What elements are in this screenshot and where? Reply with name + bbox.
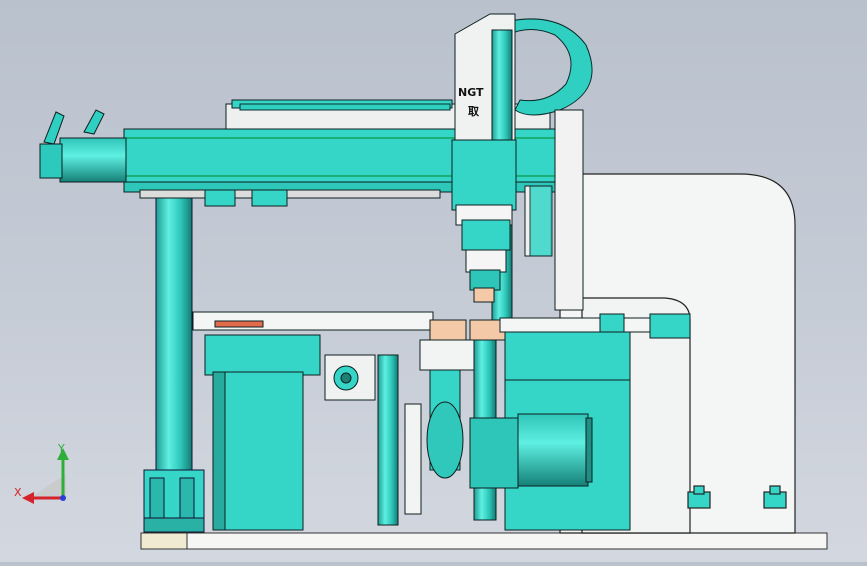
base-plate xyxy=(140,532,828,550)
left-fixture-block xyxy=(204,334,399,531)
x-axis-servo-motor xyxy=(39,109,127,183)
coordinate-triad: Y X xyxy=(14,442,69,504)
triad-z-axis xyxy=(60,495,66,501)
head-label-glyph: 取 xyxy=(468,105,479,118)
triad-y-label: Y xyxy=(57,442,65,455)
cad-viewport[interactable]: NGT 取 Y X xyxy=(0,0,867,562)
head-label-text: NGT xyxy=(458,86,484,99)
assembly-drawing: NGT 取 Y X xyxy=(14,13,828,550)
left-support-column xyxy=(143,196,205,533)
triad-x-label: X xyxy=(14,486,22,499)
